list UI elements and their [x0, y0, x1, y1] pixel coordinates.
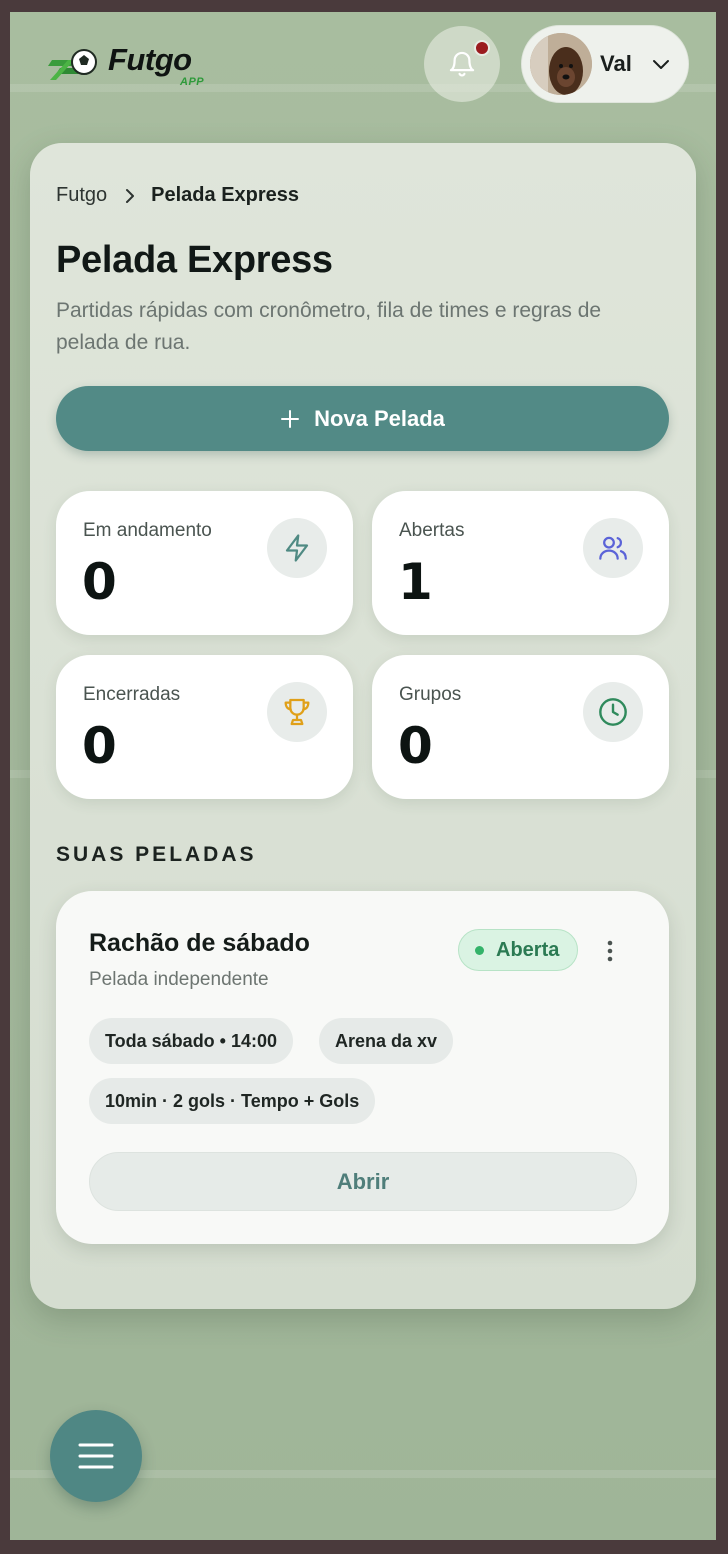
- trophy-icon: [267, 682, 327, 742]
- section-title: SUAS PELADAS: [56, 843, 257, 866]
- breadcrumb-root[interactable]: Futgo: [56, 184, 107, 207]
- pelada-title: Rachão de sábado: [89, 929, 310, 957]
- more-options-button[interactable]: [596, 933, 624, 969]
- more-vertical-icon: [607, 940, 613, 962]
- futgo-logo-icon: [48, 49, 97, 80]
- bell-icon: [449, 51, 475, 77]
- stat-card-encerradas: Encerradas 0: [56, 655, 353, 799]
- status-label: Aberta: [496, 938, 560, 961]
- notification-indicator: [474, 40, 490, 56]
- stat-card-em-andamento: Em andamento 0: [56, 491, 353, 635]
- open-pelada-button[interactable]: Abrir: [89, 1152, 637, 1211]
- new-pelada-button[interactable]: Nova Pelada: [56, 386, 669, 451]
- rules-chip: 10min · 2 gols · Tempo + Gols: [89, 1078, 376, 1124]
- futgo-logo[interactable]: Futgo APP: [46, 40, 226, 96]
- stat-label: Em andamento: [83, 520, 212, 541]
- page-subtitle: Partidas rápidas com cronômetro, fila de…: [56, 299, 602, 354]
- lightning-icon: [267, 518, 327, 578]
- logo-subtext: APP: [180, 76, 205, 88]
- menu-button[interactable]: [50, 1410, 142, 1502]
- breadcrumb: Futgo Pelada Express: [56, 184, 299, 207]
- stat-value: 0: [82, 553, 117, 611]
- stat-value: 0: [82, 717, 117, 775]
- new-pelada-label: Nova Pelada: [314, 405, 445, 431]
- main-panel: Futgo Pelada Express Pelada Express Part…: [30, 143, 696, 1309]
- clock-icon: [583, 682, 643, 742]
- breadcrumb-current: Pelada Express: [151, 184, 300, 206]
- pelada-card[interactable]: Rachão de sábado Pelada independente Abe…: [56, 891, 669, 1244]
- chevron-down-icon: [652, 60, 669, 69]
- users-icon: [583, 518, 643, 578]
- stat-value: 0: [398, 717, 433, 775]
- app-frame: Futgo APP Val Futgo Pelada Express Pelad…: [10, 12, 716, 1540]
- stat-card-abertas: Abertas 1: [372, 491, 669, 635]
- plus-icon: [281, 409, 300, 428]
- dog-avatar-icon: [530, 33, 592, 95]
- stat-label: Grupos: [399, 684, 462, 705]
- location-chip: Arena da xv: [319, 1018, 454, 1064]
- notifications-button[interactable]: [424, 26, 500, 102]
- schedule-chip: Toda sábado • 14:00: [89, 1018, 294, 1064]
- status-dot: [475, 945, 484, 955]
- pelada-subtitle: Pelada independente: [89, 969, 269, 990]
- status-badge: Aberta: [458, 929, 579, 971]
- user-name: Val: [600, 51, 632, 76]
- user-menu-button[interactable]: Val: [521, 25, 689, 103]
- stat-label: Encerradas: [83, 684, 181, 705]
- avatar: [530, 33, 592, 95]
- stat-value: 1: [398, 553, 433, 611]
- hamburger-menu-icon: [78, 1443, 114, 1469]
- page-title: Pelada Express: [56, 239, 333, 281]
- stat-card-grupos: Grupos 0: [372, 655, 669, 799]
- chevron-right-icon: [125, 188, 135, 204]
- logo-text: Futgo: [108, 42, 192, 77]
- stat-label: Abertas: [399, 520, 465, 541]
